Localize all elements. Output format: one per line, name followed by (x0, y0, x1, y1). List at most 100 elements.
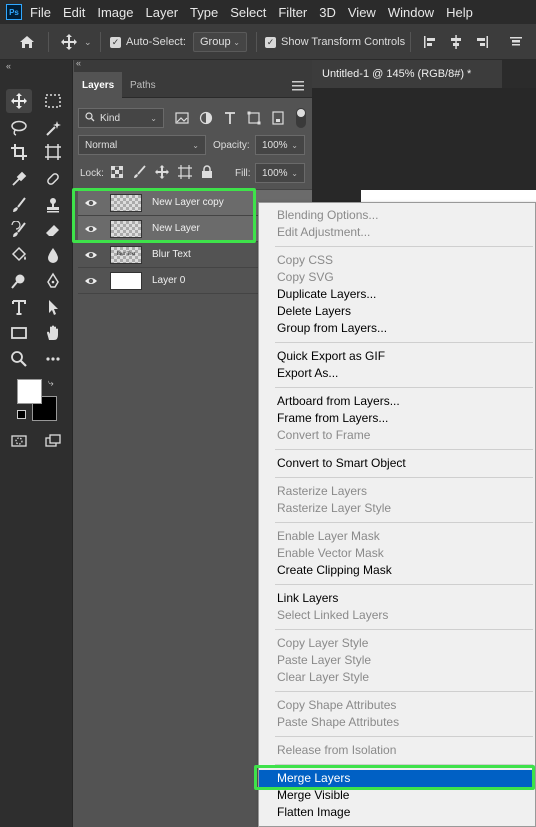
auto-select-dropdown[interactable]: Group ⌄ (193, 32, 247, 52)
filter-adjustment-icon[interactable] (198, 110, 214, 129)
opacity-input[interactable]: 100% ⌄ (255, 135, 305, 155)
blur-tool-icon[interactable] (40, 243, 66, 267)
menu-file[interactable]: File (30, 5, 51, 20)
quick-mask-icon[interactable] (6, 429, 32, 453)
foreground-color-swatch[interactable] (17, 379, 42, 404)
fill-input[interactable]: 100% ⌄ (255, 163, 305, 183)
filter-toggle[interactable] (296, 108, 306, 128)
paint-bucket-tool-icon[interactable] (6, 243, 32, 267)
menu-image[interactable]: Image (97, 5, 133, 20)
type-tool-icon[interactable] (6, 295, 32, 319)
menu-item-enable-vector-mask[interactable]: Enable Vector Mask (259, 545, 535, 562)
menu-filter[interactable]: Filter (278, 5, 307, 20)
more-tools-icon[interactable] (40, 347, 66, 371)
tab-layers[interactable]: Layers (74, 72, 123, 98)
menu-item-group-from-layers[interactable]: Group from Layers... (259, 320, 535, 337)
pen-tool-icon[interactable] (40, 269, 66, 293)
menu-item-duplicate-layers[interactable]: Duplicate Layers... (259, 286, 535, 303)
panel-menu-icon[interactable] (292, 80, 304, 94)
menu-item-delete-layers[interactable]: Delete Layers (259, 303, 535, 320)
menu-item-release-from-isolation[interactable]: Release from Isolation (259, 742, 535, 759)
frame-tool-icon[interactable] (40, 140, 66, 164)
menu-item-enable-layer-mask[interactable]: Enable Layer Mask (259, 528, 535, 545)
filter-kind-dropdown[interactable]: Kind ⌄ (78, 108, 164, 128)
lock-image-pixels-icon[interactable] (133, 165, 147, 182)
menu-item-copy-svg[interactable]: Copy SVG (259, 269, 535, 286)
eye-icon[interactable] (84, 197, 98, 209)
collapse-icon[interactable]: « (76, 58, 81, 68)
align-left-icon[interactable] (422, 24, 438, 60)
menu-item-edit-adjustment[interactable]: Edit Adjustment... (259, 224, 535, 241)
menu-window[interactable]: Window (388, 5, 434, 20)
menu-item-link-layers[interactable]: Link Layers (259, 590, 535, 607)
menu-item-rasterize-layer-style[interactable]: Rasterize Layer Style (259, 500, 535, 517)
menu-item-rasterize-layers[interactable]: Rasterize Layers (259, 483, 535, 500)
lock-artboard-icon[interactable] (178, 165, 192, 182)
default-colors-icon[interactable] (17, 410, 26, 419)
clone-stamp-tool-icon[interactable] (40, 193, 66, 217)
brush-tool-icon[interactable] (6, 193, 32, 217)
show-transform-controls-checkbox[interactable]: ✓ Show Transform Controls (265, 24, 405, 60)
lock-all-icon[interactable] (201, 165, 213, 182)
menu-item-merge-layers[interactable]: Merge Layers (259, 770, 535, 787)
spot-healing-tool-icon[interactable] (40, 167, 66, 191)
menu-item-copy-layer-style[interactable]: Copy Layer Style (259, 635, 535, 652)
align-right-icon[interactable] (474, 24, 490, 60)
lasso-tool-icon[interactable] (6, 116, 32, 140)
eraser-tool-icon[interactable] (40, 218, 66, 242)
menu-item-clear-layer-style[interactable]: Clear Layer Style (259, 669, 535, 686)
collapse-icon[interactable]: « (6, 61, 11, 71)
menu-edit[interactable]: Edit (63, 5, 85, 20)
filter-pixel-icon[interactable] (174, 110, 190, 129)
menu-item-artboard-from-layers[interactable]: Artboard from Layers... (259, 393, 535, 410)
lock-transparent-pixels-icon[interactable] (110, 165, 124, 181)
menu-select[interactable]: Select (230, 5, 266, 20)
menu-item-convert-to-smart-object[interactable]: Convert to Smart Object (259, 455, 535, 472)
menu-item-select-linked-layers[interactable]: Select Linked Layers (259, 607, 535, 624)
crop-tool-icon[interactable] (6, 140, 32, 164)
menu-item-frame-from-layers[interactable]: Frame from Layers... (259, 410, 535, 427)
eye-icon[interactable] (84, 223, 98, 235)
menu-item-merge-visible[interactable]: Merge Visible (259, 787, 535, 804)
menu-item-paste-shape-attributes[interactable]: Paste Shape Attributes (259, 714, 535, 731)
move-tool-icon[interactable] (6, 89, 32, 113)
menu-item-export-as[interactable]: Export As... (259, 365, 535, 382)
menu-item-copy-shape-attributes[interactable]: Copy Shape Attributes (259, 697, 535, 714)
menu-item-flatten-image[interactable]: Flatten Image (259, 804, 535, 821)
marquee-tool-icon[interactable] (40, 89, 66, 113)
menu-item-quick-export-gif[interactable]: Quick Export as GIF (259, 348, 535, 365)
eye-icon[interactable] (84, 249, 98, 261)
rectangle-tool-icon[interactable] (6, 321, 32, 345)
zoom-tool-icon[interactable] (6, 347, 32, 371)
home-icon[interactable] (18, 24, 36, 60)
menu-item-copy-css[interactable]: Copy CSS (259, 252, 535, 269)
menu-layer[interactable]: Layer (146, 5, 179, 20)
menu-3d[interactable]: 3D (319, 5, 336, 20)
menu-item-create-clipping-mask[interactable]: Create Clipping Mask (259, 562, 535, 579)
hand-tool-icon[interactable] (40, 321, 66, 345)
menu-item-blending-options[interactable]: Blending Options... (259, 207, 535, 224)
menu-type[interactable]: Type (190, 5, 218, 20)
tab-paths[interactable]: Paths (122, 72, 164, 98)
dodge-tool-icon[interactable] (6, 269, 32, 293)
filter-smart-object-icon[interactable] (270, 110, 286, 129)
filter-type-icon[interactable] (222, 110, 238, 129)
menu-item-paste-layer-style[interactable]: Paste Layer Style (259, 652, 535, 669)
blend-mode-dropdown[interactable]: Normal ⌄ (78, 135, 206, 155)
align-center-icon[interactable] (448, 24, 464, 60)
document-tab[interactable]: Untitled-1 @ 145% (RGB/8#) * (312, 60, 502, 88)
auto-select-checkbox[interactable]: ✓ Auto-Select: (110, 24, 186, 60)
magic-wand-tool-icon[interactable] (40, 116, 66, 140)
eye-icon[interactable] (84, 275, 98, 287)
menu-help[interactable]: Help (446, 5, 473, 20)
path-selection-tool-icon[interactable] (40, 295, 66, 319)
lock-position-icon[interactable] (155, 165, 169, 182)
eyedropper-tool-icon[interactable] (6, 167, 32, 191)
move-tool-preset-icon[interactable]: ⌄ (60, 24, 92, 60)
swap-colors-icon[interactable]: ⤷ (48, 378, 54, 389)
filter-shape-icon[interactable] (246, 110, 262, 129)
screen-mode-icon[interactable] (40, 429, 66, 453)
align-top-icon[interactable] (508, 24, 524, 60)
history-brush-tool-icon[interactable] (6, 218, 32, 242)
menu-item-convert-to-frame[interactable]: Convert to Frame (259, 427, 535, 444)
